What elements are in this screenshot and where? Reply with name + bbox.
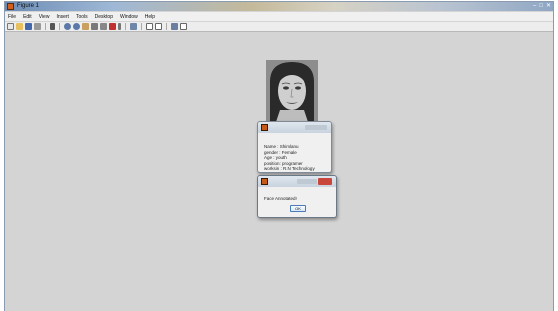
toolbar-separator <box>141 23 142 30</box>
edit-plot-icon[interactable] <box>50 23 55 30</box>
matlab-dialog-icon <box>261 124 268 131</box>
toolbar-separator <box>59 23 60 30</box>
save-figure-icon[interactable] <box>25 23 32 30</box>
message-dialog: Face Annotated! OK <box>257 175 337 218</box>
toolbar-separator <box>166 23 167 30</box>
menu-desktop[interactable]: Desktop <box>95 14 113 20</box>
maximize-icon[interactable]: □ <box>539 2 543 11</box>
dialog-close-icon[interactable] <box>318 178 332 185</box>
menu-help[interactable]: Help <box>145 14 155 20</box>
open-file-icon[interactable] <box>16 23 23 30</box>
menu-view[interactable]: View <box>39 14 50 20</box>
window-controls: – □ ✕ <box>533 2 551 11</box>
print-figure-icon[interactable] <box>34 23 41 30</box>
matlab-app-icon <box>7 3 14 10</box>
close-icon[interactable]: ✕ <box>546 2 551 11</box>
zoom-in-icon[interactable] <box>64 23 71 30</box>
dialog-message: Face Annotated! <box>264 196 297 201</box>
insert-legend-icon[interactable] <box>155 23 162 30</box>
message-dialog-title-bar[interactable] <box>258 176 336 187</box>
info-work-line: worksin : R.N Technology <box>264 166 315 171</box>
info-dialog-title-bar[interactable] <box>258 122 331 133</box>
window-title: Figure 1 <box>17 3 40 9</box>
menu-insert[interactable]: Insert <box>56 14 69 20</box>
rotate-3d-icon[interactable] <box>91 23 98 30</box>
data-cursor-icon[interactable] <box>100 23 107 30</box>
insert-colorbar-icon[interactable] <box>146 23 153 30</box>
menu-tools[interactable]: Tools <box>76 14 88 20</box>
matlab-dialog-icon <box>261 178 268 185</box>
message-dialog-window-buttons[interactable] <box>297 179 317 184</box>
toolbar-separator <box>125 23 126 30</box>
brush-icon[interactable] <box>109 23 116 30</box>
pan-icon[interactable] <box>82 23 89 30</box>
zoom-out-icon[interactable] <box>73 23 80 30</box>
info-dialog-window-buttons[interactable] <box>305 125 327 130</box>
title-bar[interactable]: Figure 1 – □ ✕ <box>5 2 553 11</box>
ok-button[interactable]: OK <box>290 205 306 212</box>
figure-toolbar <box>5 22 553 32</box>
minimize-icon[interactable]: – <box>533 2 536 11</box>
toolbar-separator <box>45 23 46 30</box>
menu-bar: File Edit View Insert Tools Desktop Wind… <box>5 12 553 21</box>
menu-window[interactable]: Window <box>120 14 138 20</box>
new-figure-icon[interactable] <box>7 23 14 30</box>
show-plot-tools-icon[interactable] <box>180 23 187 30</box>
hide-plot-tools-icon[interactable] <box>171 23 178 30</box>
link-plot-icon[interactable] <box>130 23 137 30</box>
info-dialog: Name : Shimlanu gender : Female Age : yo… <box>257 121 332 173</box>
face-image <box>266 60 318 122</box>
menu-edit[interactable]: Edit <box>23 14 32 20</box>
info-text: Name : Shimlanu gender : Female Age : yo… <box>264 144 315 172</box>
brush-dropdown-icon[interactable] <box>118 23 121 30</box>
menu-file[interactable]: File <box>8 14 16 20</box>
